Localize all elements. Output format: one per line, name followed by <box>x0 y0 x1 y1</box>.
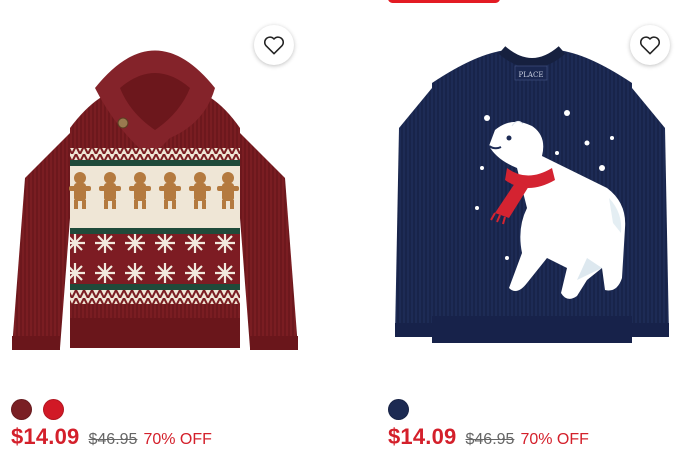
color-swatches <box>11 399 64 420</box>
product-image[interactable] <box>0 18 310 368</box>
product-card[interactable]: $14.09 $46.95 70% OFF <box>0 0 318 457</box>
heart-icon <box>639 36 661 55</box>
color-swatch-red[interactable] <box>43 399 64 420</box>
discount-label: 70% OFF <box>520 431 589 448</box>
original-price: $46.95 <box>88 431 138 448</box>
brand-tag-text: PLACE <box>519 71 544 79</box>
wishlist-button[interactable] <box>254 25 294 65</box>
price-row: $14.09 $46.95 70% OFF <box>388 424 589 450</box>
sale-price: $14.09 <box>11 424 80 449</box>
sale-price: $14.09 <box>388 424 457 449</box>
discount-label: 70% OFF <box>143 431 212 448</box>
color-swatch-navy[interactable] <box>388 399 409 420</box>
heart-icon <box>263 36 285 55</box>
polar-bear-sweater-image: PLACE <box>395 46 669 343</box>
price-row: $14.09 $46.95 70% OFF <box>11 424 212 450</box>
color-swatch-burgundy[interactable] <box>11 399 32 420</box>
original-price: $46.95 <box>465 431 515 448</box>
product-image[interactable]: PLACE <box>377 18 686 368</box>
gingerbread-sweater-image <box>12 50 298 350</box>
product-card[interactable]: PLACE $14.09 $46.95 70% OFF <box>377 0 686 457</box>
wishlist-button[interactable] <box>630 25 670 65</box>
color-swatches <box>388 399 409 420</box>
